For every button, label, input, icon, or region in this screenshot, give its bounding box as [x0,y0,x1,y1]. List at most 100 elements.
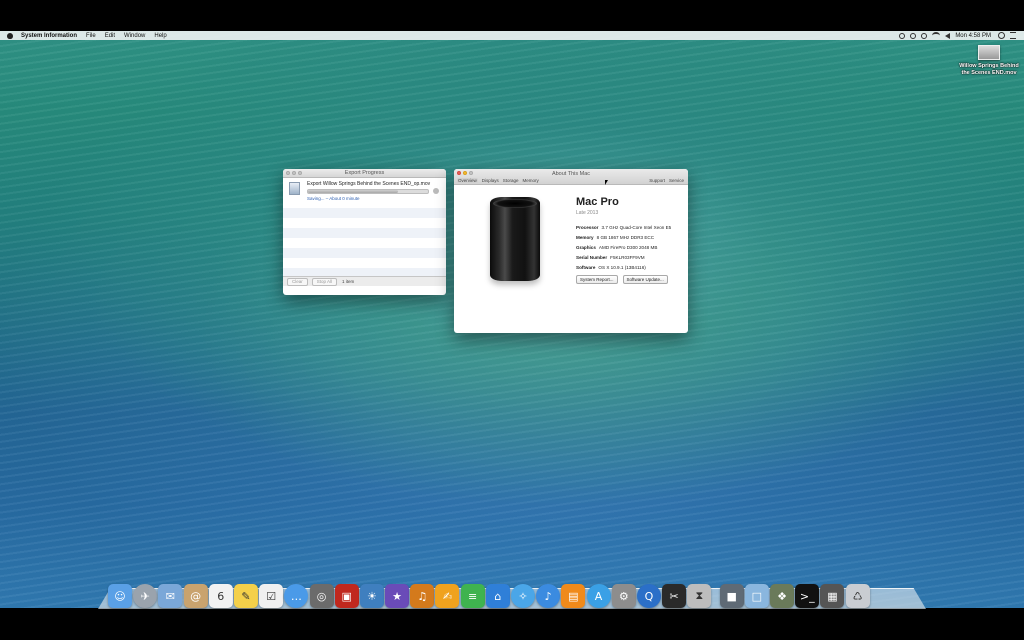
garageband-icon[interactable]: ♫ [410,584,435,608]
dock-glyph: ✂ [669,589,679,603]
dock-glyph: ⌂ [494,589,502,603]
reminders-icon[interactable]: ☑ [259,584,284,608]
menu-window[interactable]: Window [124,33,145,39]
tab-support[interactable]: Support [649,178,665,183]
launchpad-icon[interactable]: ✈ [133,584,158,608]
dock-glyph: ✎ [241,589,251,603]
stack-icon[interactable]: ❖ [770,584,795,608]
iphoto-icon[interactable]: ☀ [359,584,384,608]
desktop-file[interactable]: Willow Springs Behind the Scenes END.mov [958,45,1020,76]
dock-separator [713,584,719,608]
final-cut-pro-icon[interactable]: ✂ [662,584,687,608]
keynote-icon[interactable]: ⌂ [485,584,510,608]
dock-glyph: ⚙ [618,589,629,603]
about-titlebar[interactable]: About This Mac Overview Displays Storage… [454,169,688,185]
app-store-icon[interactable]: A [586,584,611,608]
volume-icon[interactable] [945,32,951,39]
export-job: Export Willow Springs Behind the Scenes … [283,178,446,208]
stop-all-button[interactable]: Stop All [311,277,338,286]
itunes-icon[interactable]: ♪ [536,584,561,608]
dock-glyph: ▤ [568,589,579,603]
tab-service[interactable]: Service [669,178,684,183]
contacts-icon[interactable]: @ [183,584,208,608]
export-window-title: Export Progress [344,170,385,176]
software-update-button[interactable]: Software Update... [622,275,668,284]
mouse-cursor [605,180,608,185]
movie-file-icon[interactable] [978,45,1000,60]
mail-icon[interactable]: ✉ [158,584,183,608]
compressor-icon[interactable]: ⧗ [687,584,712,608]
export-titlebar[interactable]: Export Progress [283,169,446,178]
dock-glyph: ★ [392,589,402,603]
tab-overview[interactable]: Overview [457,178,478,183]
app-menu[interactable]: System Information [21,33,77,39]
finder-icon[interactable]: ☺ [108,584,132,608]
spotlight-search-icon[interactable] [998,32,1005,39]
numbers-icon[interactable]: ≡ [460,584,485,608]
spec-list: Processor 3.7 GHz Quad-Core Intel Xeon E5… [576,225,671,270]
system-report-button[interactable]: System Report... [576,275,618,284]
stop-export-button[interactable] [433,188,439,194]
dock-glyph: ☑ [266,589,277,603]
time-machine-icon[interactable] [910,32,917,39]
dock-glyph: ✈ [140,589,150,603]
menu-file[interactable]: File [86,33,96,39]
menu-bar: System Information File Edit Window Help… [0,31,1024,40]
bluetooth-icon[interactable] [921,32,928,39]
desktop: System Information File Edit Window Help… [0,31,1024,608]
tab-memory[interactable]: Memory [523,178,539,183]
export-job-title: Export Willow Springs Behind the Scenes … [307,181,431,187]
dock-glyph: ◎ [316,589,327,603]
menu-help[interactable]: Help [154,33,166,39]
export-progress-window: Export Progress Export Willow Springs Be… [283,169,446,295]
spec-software: Software OS X 10.9.1 (13B4116) [576,265,671,270]
calendar-icon[interactable]: 6 [208,584,233,608]
model-name: Mac Pro [576,196,619,208]
facetime-icon[interactable]: ◎ [309,584,334,608]
clear-button[interactable]: Clear [287,277,308,286]
about-tabs: Overview Displays Storage Memory [457,178,539,183]
messages-icon[interactable]: … [284,584,309,608]
export-list: Export Willow Springs Behind the Scenes … [283,178,446,286]
spec-label: Software [576,265,596,270]
dock-glyph: ✉ [165,589,175,603]
menu-edit[interactable]: Edit [105,33,115,39]
dock-glyph: 6 [217,589,225,603]
notes-icon[interactable]: ✎ [233,584,258,608]
dock-glyph: @ [190,589,202,603]
export-progress-fill [308,190,398,193]
spec-value: F5KLR03FF9VM [610,255,645,260]
dock-glyph: □ [751,589,763,603]
pages-icon[interactable]: ✍ [435,584,460,608]
movie-document-icon [289,182,300,195]
status-icon[interactable] [899,32,906,39]
ibooks-icon[interactable]: ▤ [561,584,586,608]
quicktime-icon[interactable]: Q [636,584,661,608]
spec-value: 8 GB 1867 MHz DDR3 ECC [596,235,655,240]
dock-glyph: ♪ [544,589,552,603]
documents-folder-icon[interactable]: □ [744,584,769,608]
about-buttons: System Report... Software Update... [576,275,671,284]
apple-menu-icon[interactable] [7,32,13,39]
terminal-icon[interactable]: >_ [795,584,820,608]
wifi-icon[interactable] [932,32,941,39]
downloads-stack-icon[interactable]: ▦ [820,584,845,608]
safari-icon[interactable]: ✧ [511,584,535,608]
applications-folder-icon[interactable]: ■ [719,584,744,608]
dock-glyph: ☺ [114,589,126,603]
notification-center-icon[interactable] [1010,32,1016,39]
system-preferences-icon[interactable]: ⚙ [611,584,636,608]
dock-glyph: ☀ [366,589,377,603]
tab-displays[interactable]: Displays [482,178,499,183]
imovie-icon[interactable]: ★ [385,584,410,608]
tab-storage[interactable]: Storage [503,178,519,183]
photo-booth-icon[interactable]: ▣ [334,584,359,608]
spec-value: OS X 10.9.1 (13B4116) [598,265,646,270]
dock-glyph: ✍ [442,589,453,603]
clock[interactable]: Mon 4:58 PM [955,33,991,39]
spec-value: AMD FirePro D300 2048 MB [598,245,658,250]
dock-glyph: >_ [799,589,815,603]
export-job-status[interactable]: Saving... – About 0 minute [307,196,360,201]
trash-icon[interactable]: ♺ [845,584,870,608]
export-item-count: 1 item [342,279,355,284]
